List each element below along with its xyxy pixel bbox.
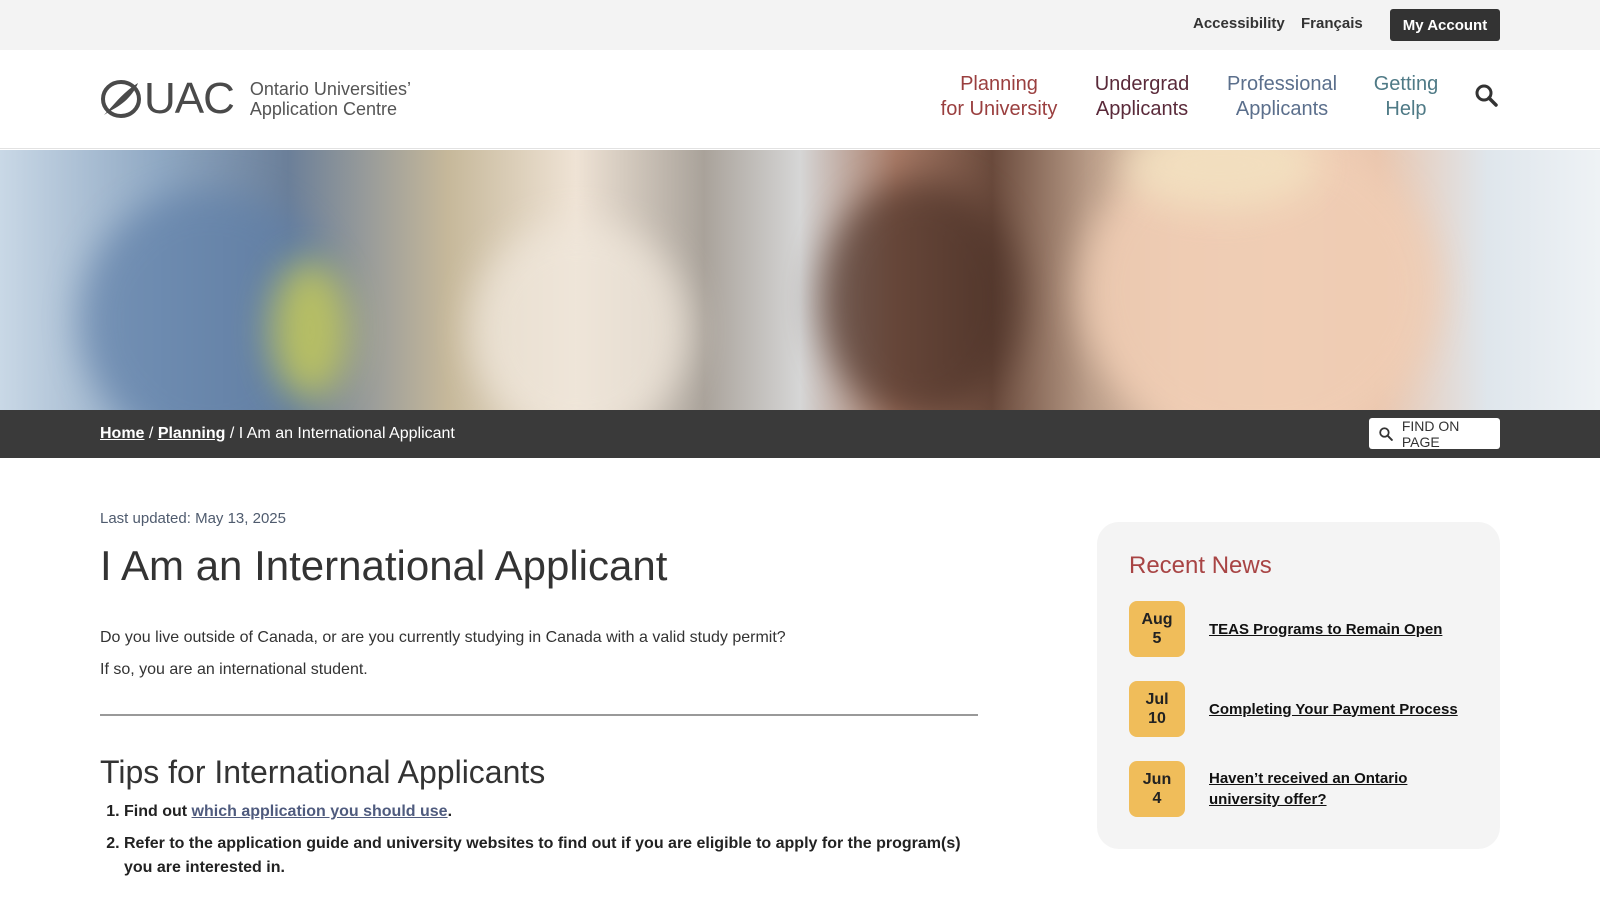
main-content: Last updated: May 13, 2025 I Am an Inter… [100,510,978,888]
date-day: 4 [1152,790,1162,807]
tips-list: Find out which application you should us… [100,800,978,880]
my-account-button[interactable]: My Account [1390,9,1500,41]
uac-leaf-logo-icon [100,79,142,119]
which-application-link[interactable]: which application you should use [192,803,448,820]
tip-text: Find out [124,803,192,820]
list-item: Refer to the application guide and unive… [124,832,978,880]
news-item: Jun 4 Haven’t received an Ontario univer… [1129,761,1479,817]
nav-label-line1: Getting [1373,73,1439,95]
list-item: Find out which application you should us… [124,800,978,824]
nav-professional-applicants[interactable]: Professional Applicants [1218,72,1346,122]
nav-label-line2: Applicants [1235,98,1329,120]
site-header: UAC Ontario Universities’ Application Ce… [0,50,1600,149]
news-item: Aug 5 TEAS Programs to Remain Open [1129,601,1479,657]
recent-news-panel: Recent News Aug 5 TEAS Programs to Remai… [1097,522,1500,849]
last-updated: Last updated: May 13, 2025 [100,510,286,527]
intro-paragraph: Do you live outside of Canada, or are yo… [100,629,786,646]
date-month: Aug [1141,611,1173,628]
nav-label-line1: Planning [960,73,1038,95]
breadcrumb-bar: Home / Planning / I Am an International … [0,410,1600,458]
nav-planning-for-university[interactable]: Planning for University [932,72,1066,122]
nav-undergrad-applicants[interactable]: Undergrad Applicants [1088,72,1196,122]
find-on-page-label: FIND ON PAGE [1401,417,1460,450]
intro-text: Do you live outside of Canada, or are yo… [100,627,978,681]
accessibility-link[interactable]: Accessibility [1193,15,1285,32]
ouac-logo[interactable]: UAC Ontario Universities’ Application Ce… [100,77,411,121]
page-title: I Am an International Applicant [100,542,668,589]
date-badge: Aug 5 [1129,601,1185,657]
nav-label-line1: Professional [1226,73,1338,95]
logo-wordmark: Ontario Universities’ Application Centre [250,79,411,119]
date-day: 5 [1152,630,1162,647]
date-badge: Jul 10 [1129,681,1185,737]
breadcrumb-home-link[interactable]: Home [100,425,144,442]
nav-label-line2: for University [940,98,1058,120]
date-day: 10 [1148,710,1166,727]
search-icon [1379,426,1393,441]
nav-label-line2: Applicants [1095,98,1189,120]
date-badge: Jun 4 [1129,761,1185,817]
language-link-francais[interactable]: Français [1301,15,1363,32]
logo-letters: UAC [144,74,235,123]
tip-text: . [447,803,453,820]
intro-paragraph: If so, you are an international student. [100,661,368,678]
date-month: Jul [1145,691,1169,708]
date-month: Jun [1142,771,1172,788]
breadcrumb-planning-link[interactable]: Planning [158,425,226,442]
nav-getting-help[interactable]: Getting Help [1368,72,1444,122]
find-on-page-button[interactable]: FIND ON PAGE [1369,417,1500,450]
breadcrumb-separator: / [229,425,235,442]
breadcrumb-current: I Am an International Applicant [238,425,455,442]
breadcrumb: Home / Planning / I Am an International … [100,425,455,443]
search-icon[interactable] [1474,83,1500,109]
section-divider [100,714,978,716]
news-item: Jul 10 Completing Your Payment Process [1129,681,1479,737]
news-link[interactable]: Completing Your Payment Process [1209,699,1469,720]
nav-label-line1: Undergrad [1094,73,1190,95]
logo-line-2: Application Centre [249,99,397,119]
tips-heading: Tips for International Applicants [100,754,546,790]
breadcrumb-separator: / [148,425,154,442]
logo-line-1: Ontario Universities’ [249,79,411,99]
utility-bar: Accessibility Français My Account [0,0,1600,50]
news-link[interactable]: TEAS Programs to Remain Open [1209,619,1469,640]
hero-banner-image [0,150,1600,410]
nav-label-line2: Help [1385,98,1427,120]
recent-news-heading: Recent News [1129,552,1272,579]
news-link[interactable]: Haven’t received an Ontario university o… [1209,768,1469,810]
